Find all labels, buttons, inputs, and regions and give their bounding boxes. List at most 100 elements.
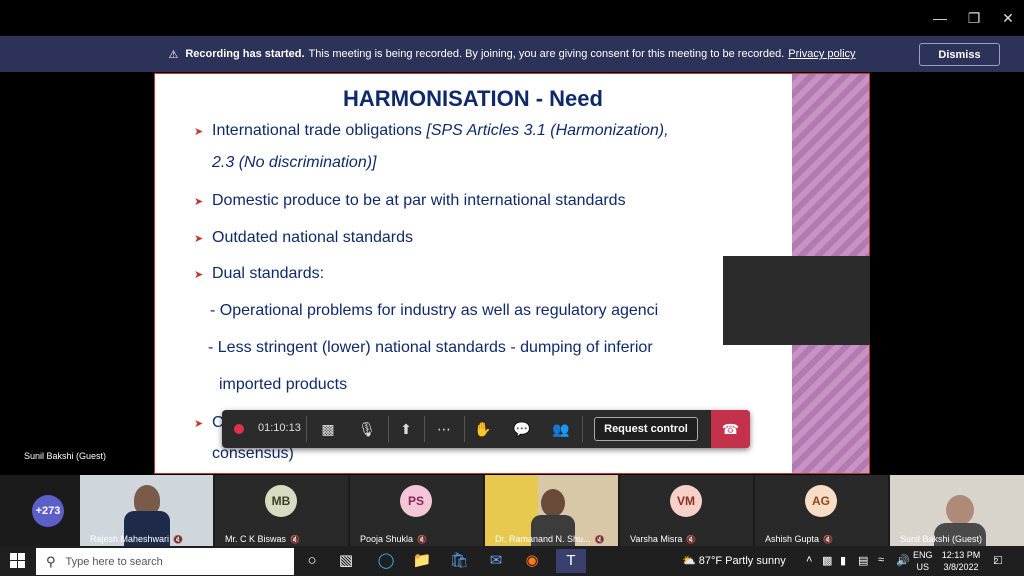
bullet-arrow-icon: ➤ <box>194 233 204 245</box>
mic-off-icon: 🔇 <box>417 535 428 544</box>
slide-bullet-4: ➤ Dual standards: <box>194 265 325 283</box>
mic-off-icon: 🔇 <box>290 535 300 544</box>
participant-tile[interactable]: MB Mr. C K Biswas 🔇 <box>215 475 348 546</box>
recording-started-text: Recording has started. <box>185 48 305 60</box>
toolbar-divider <box>424 416 425 442</box>
bullet-arrow-icon: ➤ <box>194 126 204 138</box>
recording-consent-text: This meeting is being recorded. By joini… <box>308 48 785 60</box>
toolbar-divider <box>388 416 389 442</box>
camera-off-icon[interactable]: ▩ <box>318 419 338 439</box>
participants-strip: +273 Rajesh Maheshwari 🔇 MB Mr. C K Biswa… <box>0 475 1024 546</box>
mic-off-icon: 🔇 <box>823 535 833 544</box>
shared-window-overlay <box>723 256 870 345</box>
clock-date: 3/8/2022 <box>943 562 979 572</box>
participant-name: Dr. Ramanand N. Shu... 🔇 <box>495 534 605 544</box>
slide-bullet-3: ➤ Outdated national standards <box>194 229 414 247</box>
presenter-name-label: Sunil Bakshi (Guest) <box>24 451 107 461</box>
bullet-arrow-icon: ➤ <box>194 418 204 430</box>
participant-name: Mr. C K Biswas 🔇 <box>225 534 300 544</box>
mail-icon[interactable]: ✉ <box>484 549 508 573</box>
avatar: MB <box>265 485 297 517</box>
mic-off-icon[interactable]: 🎙 <box>357 419 377 439</box>
meeting-toolbar: 01:10:13 ▩ 🎙 ⬆ ⋯ ✋ 💬 👥 Request control ☎ <box>222 410 750 448</box>
input-language[interactable]: ENG US <box>913 549 933 573</box>
participant-name: Pooja Shukla 🔇 <box>360 534 427 544</box>
weather-text: 87°F Partly sunny <box>698 555 786 567</box>
taskbar-clock[interactable]: 12:13 PM 3/8/2022 <box>936 549 986 573</box>
close-icon[interactable]: ✕ <box>998 8 1018 28</box>
slide-sub-bullet-1: - Operational problems for industry as w… <box>210 302 659 319</box>
microsoft-store-icon[interactable]: 🛍 <box>447 549 471 573</box>
bullet-arrow-icon: ➤ <box>194 196 204 208</box>
chat-icon[interactable]: 💬 <box>512 419 532 439</box>
teams-icon[interactable]: T <box>556 549 586 573</box>
volume-icon[interactable]: 🔊 <box>896 554 910 567</box>
avatar: AG <box>805 485 837 517</box>
toolbar-divider <box>306 416 307 442</box>
slide-title: HARMONISATION - Need <box>343 86 603 111</box>
firefox-icon[interactable]: ◉ <box>520 549 544 573</box>
meet-now-icon[interactable]: ▩ <box>822 554 832 567</box>
recording-dot-icon <box>234 424 244 434</box>
participant-tile[interactable]: AG Ashish Gupta 🔇 <box>755 475 888 546</box>
request-control-button[interactable]: Request control <box>594 417 698 441</box>
clock-time: 12:13 PM <box>941 550 981 560</box>
participant-name-text: Ashish Gupta <box>765 534 820 544</box>
participant-tile[interactable]: VM Varsha Misra 🔇 <box>620 475 753 546</box>
participants-icon[interactable]: 👥 <box>551 419 571 439</box>
cortana-icon[interactable]: ○ <box>300 549 324 573</box>
warning-icon: ⚠ <box>168 48 179 61</box>
minimize-icon[interactable]: — <box>930 8 950 28</box>
weather-widget[interactable]: ⛅ 87°F Partly sunny <box>682 554 786 567</box>
region-code: US <box>916 562 930 572</box>
slide-text: Outdated national standards <box>212 229 414 246</box>
dismiss-button[interactable]: Dismiss <box>919 43 1000 66</box>
participant-tile[interactable]: Dr. Ramanand N. Shu... 🔇 <box>485 475 618 546</box>
participant-tile[interactable]: Rajesh Maheshwari 🔇 <box>80 475 213 546</box>
participant-tile[interactable]: PS Pooja Shukla 🔇 <box>350 475 483 546</box>
slide-bullet-2: ➤ Domestic produce to be at par with int… <box>194 192 626 210</box>
more-actions-icon[interactable]: ⋯ <box>434 419 454 439</box>
network-icon[interactable]: ▤ <box>858 554 868 567</box>
taskbar-search-box[interactable]: ⚲ Type here to search <box>36 548 294 575</box>
participant-name: Ashish Gupta 🔇 <box>765 534 833 544</box>
share-screen-icon[interactable]: ⬆ <box>396 419 416 439</box>
bullet-arrow-icon: ➤ <box>194 269 204 281</box>
mic-off-icon: 🔇 <box>173 535 184 544</box>
edge-browser-icon[interactable]: ◯ <box>374 549 398 573</box>
participant-video <box>946 495 974 525</box>
avatar: VM <box>670 485 702 517</box>
window-title-bar: — ❐ ✕ <box>0 0 1024 36</box>
slide-sub-bullet-2-cont: imported products <box>219 376 348 393</box>
meeting-timer: 01:10:13 <box>258 422 301 434</box>
windows-taskbar: ⚲ Type here to search ○ ▧ ◯ 📁 🛍 ✉ ◉ T ⛅ … <box>0 546 1024 576</box>
slide-text-italic: 2.3 (No discrimination)] <box>212 154 377 171</box>
mic-off-icon: 🔇 <box>686 535 697 544</box>
notifications-icon[interactable]: □2 <box>993 552 1002 567</box>
recording-banner: ⚠ Recording has started. This meeting is… <box>0 36 1024 72</box>
more-participants-tile[interactable]: +273 <box>0 475 78 546</box>
wifi-icon[interactable]: ≈ <box>878 554 884 566</box>
avatar: PS <box>400 485 432 517</box>
slide-sub-bullet-2: - Less stringent (lower) national standa… <box>208 339 653 356</box>
more-participants-count[interactable]: +273 <box>32 495 64 527</box>
participant-name-text: Rajesh Maheshwari <box>90 534 170 544</box>
restore-icon[interactable]: ❐ <box>964 8 984 28</box>
windows-start-icon[interactable] <box>10 553 26 569</box>
file-explorer-icon[interactable]: 📁 <box>410 549 434 573</box>
slide-text: Dual standards: <box>212 265 325 282</box>
battery-icon[interactable]: ▮ <box>840 554 846 567</box>
participant-name-text: Mr. C K Biswas <box>225 534 287 544</box>
participant-name: Rajesh Maheshwari 🔇 <box>90 534 183 544</box>
notification-count: 2 <box>993 557 999 566</box>
hang-up-button[interactable]: ☎ <box>711 410 750 448</box>
task-view-icon[interactable]: ▧ <box>334 549 358 573</box>
tray-chevron-icon[interactable]: ˄ <box>806 554 812 566</box>
search-placeholder: Type here to search <box>65 555 163 568</box>
participant-tile[interactable]: Sunil Bakshi (Guest) <box>890 475 1024 546</box>
participant-name: Varsha Misra 🔇 <box>630 534 696 544</box>
participant-name: Sunil Bakshi (Guest) <box>900 534 982 544</box>
phone-hangup-icon: ☎ <box>721 420 740 437</box>
raise-hand-icon[interactable]: ✋ <box>473 419 493 439</box>
privacy-policy-link[interactable]: Privacy policy <box>788 48 855 60</box>
